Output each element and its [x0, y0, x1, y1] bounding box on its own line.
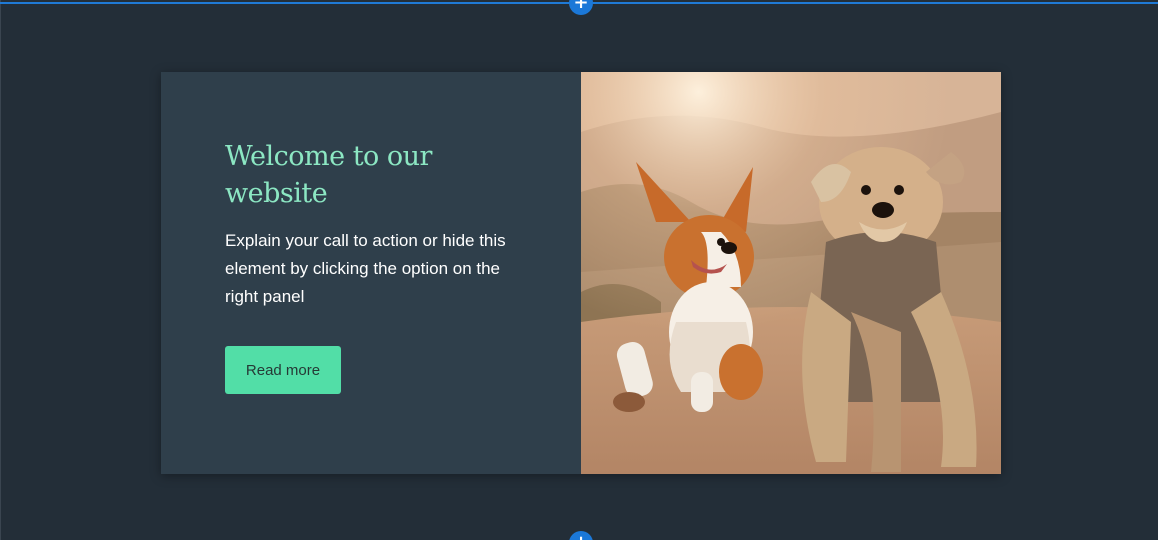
hero-description[interactable]: Explain your call to action or hide this…	[225, 227, 525, 311]
hero-section[interactable]: Welcome to our website Explain your call…	[161, 72, 1001, 474]
plus-icon: +	[573, 532, 588, 540]
two-dogs-illustration	[581, 72, 1001, 474]
plus-icon: +	[573, 0, 589, 13]
read-more-button[interactable]: Read more	[225, 346, 341, 394]
add-section-below-button[interactable]: +	[569, 531, 593, 540]
hero-image[interactable]	[581, 72, 1001, 474]
hero-heading[interactable]: Welcome to our website	[225, 138, 525, 212]
editor-canvas: + Welcome to our website Explain your ca…	[0, 0, 1158, 540]
hero-text-panel: Welcome to our website Explain your call…	[161, 72, 581, 474]
add-section-above-button[interactable]: +	[569, 0, 593, 15]
canvas-edge	[0, 0, 1, 540]
